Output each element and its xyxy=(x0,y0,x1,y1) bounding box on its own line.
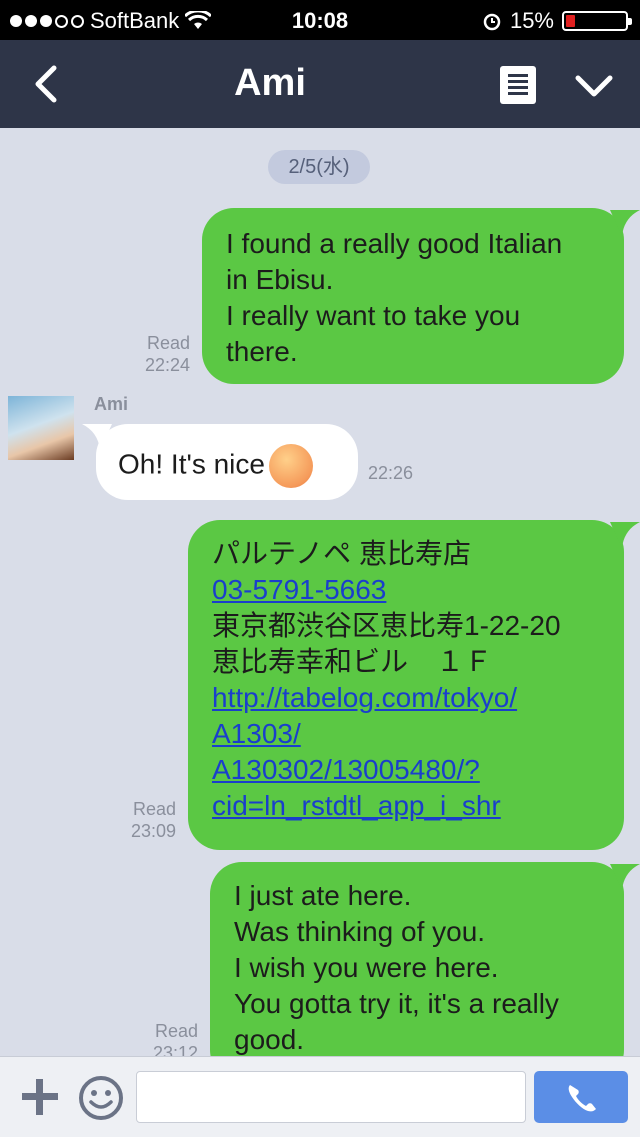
message-time: 23:12 xyxy=(152,1043,198,1056)
plus-icon[interactable] xyxy=(20,1077,60,1117)
message-bubble-outgoing[interactable]: I found a really good Italian in Ebisu. … xyxy=(202,208,624,384)
message-line: in Ebisu. xyxy=(226,264,334,295)
battery-level xyxy=(566,15,575,27)
alarm-clock-icon xyxy=(483,13,501,31)
url-link[interactable]: http://tabelog.com/tokyo/ A1303/ A130302… xyxy=(212,680,624,824)
chevron-down-icon[interactable] xyxy=(572,64,616,108)
bubble-tail xyxy=(610,864,640,890)
address-line: 恵比寿幸和ビル １Ｆ xyxy=(212,646,493,677)
sender-name: Ami xyxy=(94,394,129,414)
date-separator: 2/5(水) xyxy=(268,150,370,184)
read-receipt: Read xyxy=(154,1021,198,1041)
message-meta: Read 23:12 xyxy=(128,1020,198,1056)
message-line: You gotta try it, it's a really xyxy=(234,988,559,1019)
blushing-face-icon xyxy=(268,444,313,488)
message-line: I found a really good Italian xyxy=(226,228,563,259)
restaurant-name: パルテノペ 恵比寿店 xyxy=(212,538,471,569)
message-time: 23:09 xyxy=(130,821,176,841)
bubble-tail xyxy=(610,522,640,548)
smiley-icon[interactable] xyxy=(78,1075,124,1121)
message-meta: Read 22:24 xyxy=(120,332,190,376)
message-input-bar xyxy=(0,1056,640,1137)
battery-icon xyxy=(562,11,632,31)
message-input[interactable] xyxy=(136,1071,526,1123)
phone-link[interactable]: 03-5791-5663 xyxy=(212,572,624,608)
message-line: good. xyxy=(234,1024,305,1055)
message-bubble-outgoing[interactable]: I just ate here. Was thinking of you. I … xyxy=(210,862,624,1056)
bubble-tail xyxy=(610,210,640,236)
message-line: there. xyxy=(226,336,298,367)
chat-header: Ami xyxy=(0,40,640,128)
message-line: I wish you were here. xyxy=(234,952,499,983)
message-line: I really want to take you xyxy=(226,300,521,331)
contact-avatar[interactable] xyxy=(8,396,74,460)
message-time: 22:24 xyxy=(144,355,190,375)
call-button[interactable] xyxy=(534,1071,628,1123)
read-receipt: Read xyxy=(146,333,190,353)
message-text: Oh! It's nice xyxy=(118,448,265,480)
message-meta: Read 23:09 xyxy=(106,798,176,842)
status-bar: SoftBank 10:08 15% xyxy=(0,0,640,40)
message-bubble-incoming[interactable]: Oh! It's nice xyxy=(96,424,358,500)
address-line: 東京都渋谷区恵比寿1-22-20 xyxy=(212,610,561,641)
chat-title: Ami xyxy=(234,62,306,104)
message-bubble-outgoing[interactable]: パルテノペ 恵比寿店 03-5791-5663 東京都渋谷区恵比寿1-22-20… xyxy=(188,520,624,850)
note-icon[interactable] xyxy=(500,66,536,104)
battery-percent: 15% xyxy=(509,8,554,33)
read-receipt: Read xyxy=(132,799,176,819)
message-line: I just ate here. xyxy=(234,880,412,911)
message-list[interactable]: 2/5(水) Read 22:24 I found a really good … xyxy=(0,128,640,1056)
phone-icon xyxy=(568,1085,596,1112)
message-line: Was thinking of you. xyxy=(234,916,486,947)
message-time: 22:26 xyxy=(368,463,414,483)
